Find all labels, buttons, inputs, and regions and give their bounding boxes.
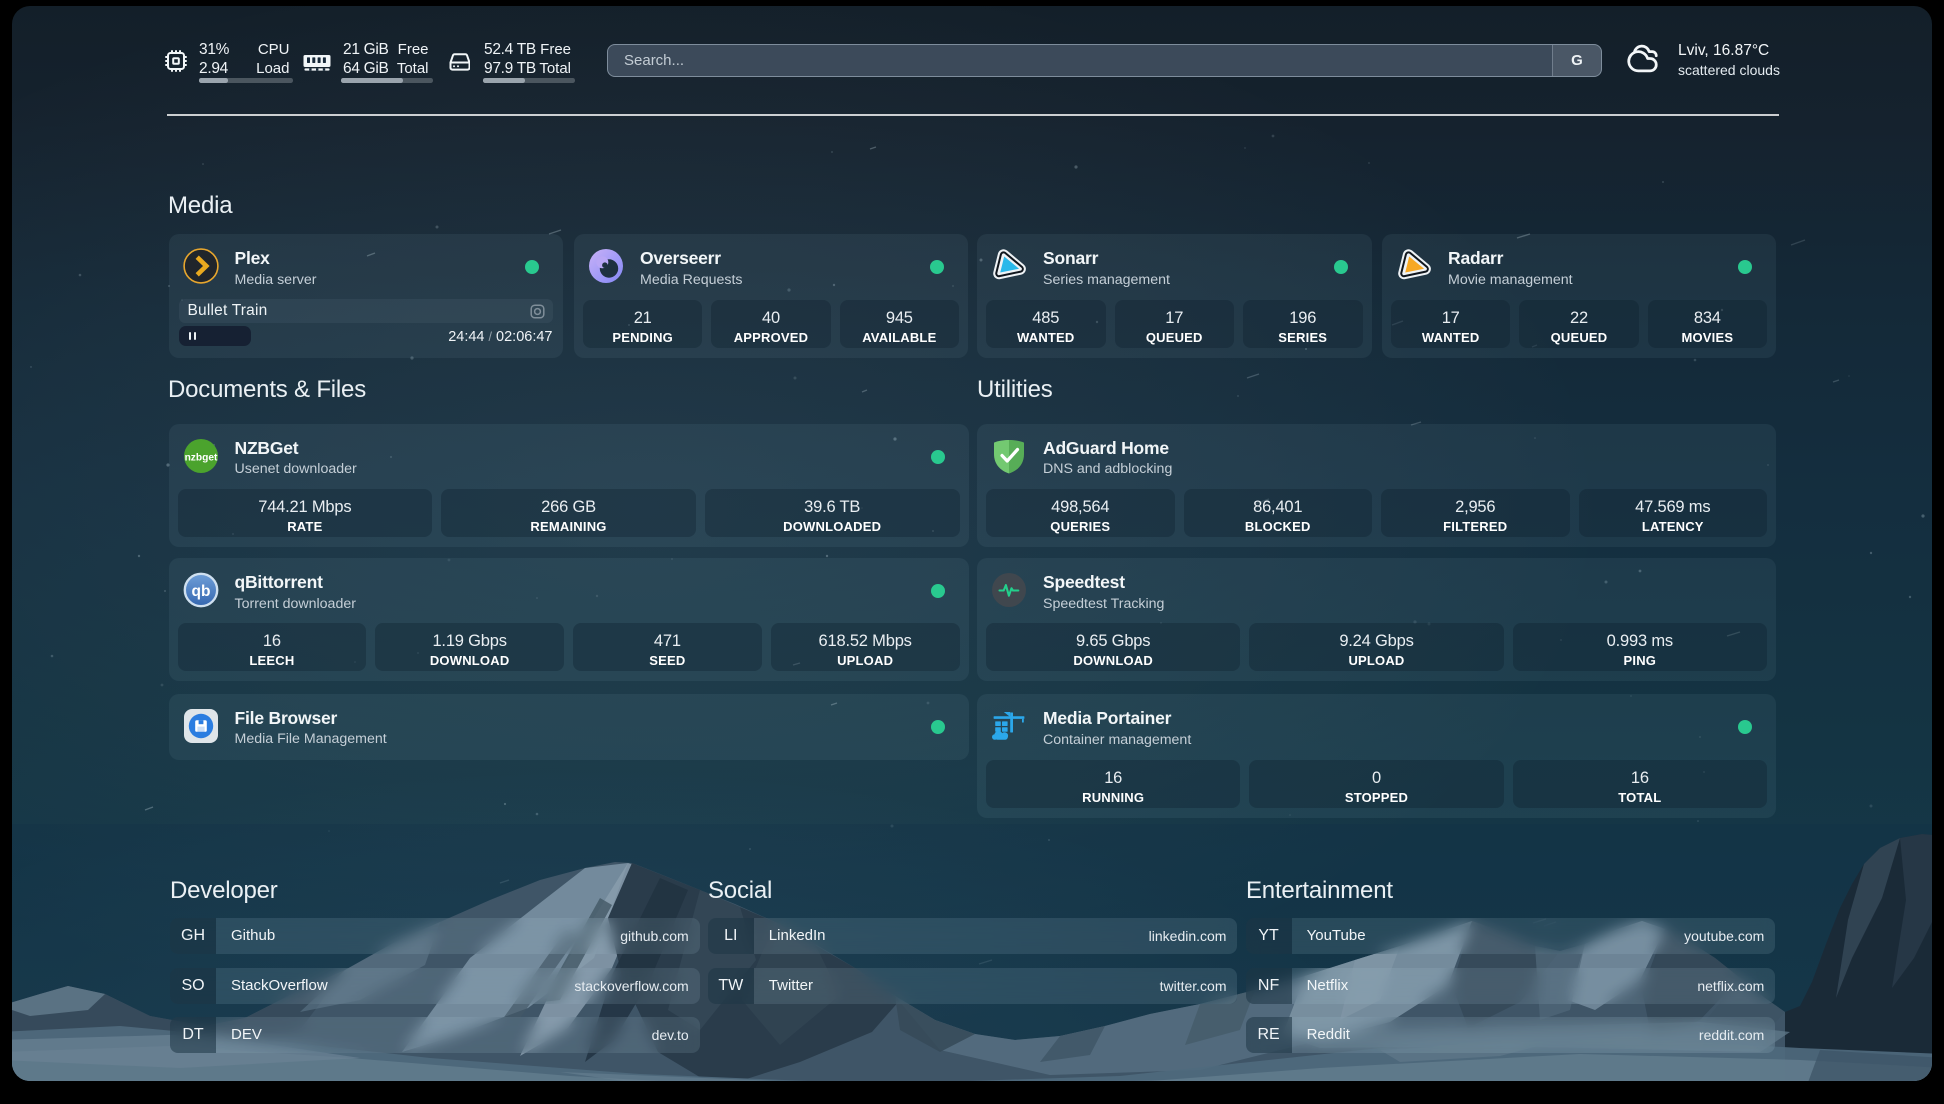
- svg-text:qb: qb: [191, 583, 210, 600]
- svg-text:nzbget: nzbget: [184, 452, 217, 463]
